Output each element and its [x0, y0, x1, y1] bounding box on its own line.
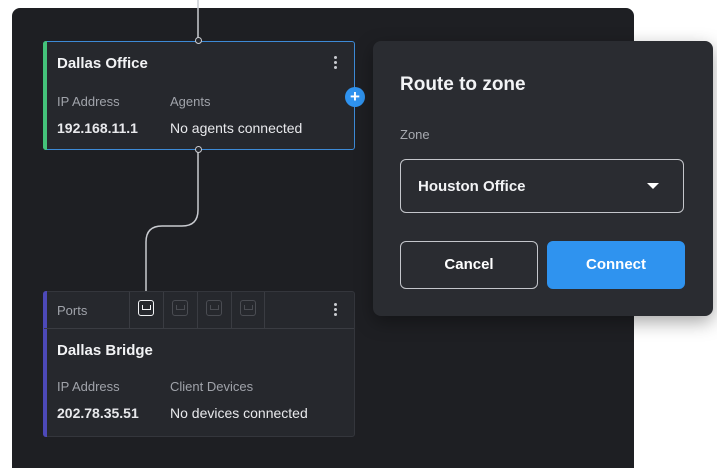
dallas-bridge-node[interactable]: Ports Dallas Bridge IP Address 202.78.35… [43, 291, 355, 437]
more-options-icon[interactable] [334, 56, 338, 70]
node-title: Dallas Office [57, 55, 148, 72]
zone-select-value: Houston Office [418, 178, 526, 195]
client-devices-label: Client Devices [170, 379, 254, 394]
zone-label: Zone [400, 127, 430, 142]
ports-row: Ports [44, 292, 354, 329]
cancel-button[interactable]: Cancel [400, 241, 538, 289]
ports-label: Ports [57, 303, 88, 318]
zone-select[interactable]: Houston Office [400, 159, 684, 213]
node-title: Dallas Bridge [57, 342, 153, 359]
ethernet-port-3-icon[interactable] [197, 292, 231, 328]
connector-dot-top[interactable] [195, 37, 202, 44]
more-options-icon[interactable] [334, 303, 338, 317]
chevron-down-icon [647, 183, 659, 189]
ethernet-port-4-icon[interactable] [231, 292, 265, 328]
dialog-title: Route to zone [400, 74, 526, 95]
ethernet-port-1-icon[interactable] [129, 292, 163, 328]
route-to-zone-dialog: Route to zone Zone Houston Office Cancel… [373, 41, 713, 316]
add-connection-button[interactable]: + [345, 87, 365, 107]
agents-value: No agents connected [170, 120, 303, 136]
ip-address-value: 202.78.35.51 [57, 405, 139, 421]
client-devices-value: No devices connected [170, 405, 308, 421]
ip-address-label: IP Address [57, 379, 120, 394]
plus-icon: + [350, 87, 360, 106]
ethernet-port-2-icon[interactable] [163, 292, 197, 328]
agents-label: Agents [170, 94, 211, 109]
dallas-office-node[interactable]: Dallas Office IP Address 192.168.11.1 Ag… [43, 41, 355, 150]
node-status-accent [43, 41, 47, 150]
connector-dot-bottom[interactable] [195, 146, 202, 153]
ip-address-value: 192.168.11.1 [57, 120, 138, 136]
connect-button[interactable]: Connect [547, 241, 685, 289]
ip-address-label: IP Address [57, 94, 120, 109]
